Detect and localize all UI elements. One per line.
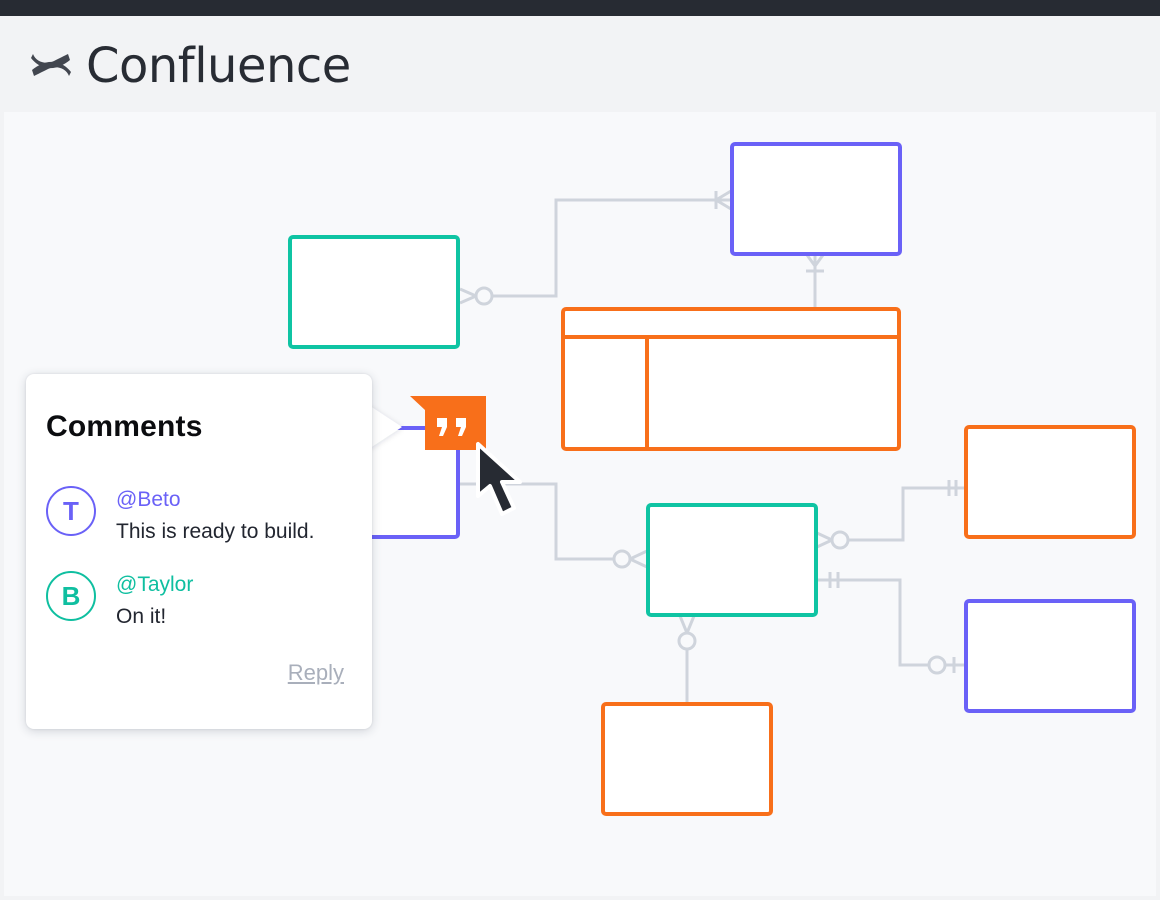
comment-text: This is ready to build. [116,520,315,543]
comment-author[interactable]: @Taylor [116,573,193,597]
entity-orange-right[interactable] [964,425,1136,539]
entity-teal-center[interactable] [646,503,818,617]
comment-item: T @Beto This is ready to build. [46,486,366,546]
comment-author[interactable]: @Beto [116,488,181,512]
comments-panel: Comments T @Beto This is ready to build.… [26,374,372,729]
reply-link[interactable]: Reply [288,660,344,686]
entity-purple-top[interactable] [730,142,902,256]
app-title: Confluence [86,38,351,94]
entity-orange-bottom[interactable] [601,702,773,816]
entity-orange-table[interactable] [561,307,901,451]
comments-title: Comments [46,410,203,443]
mouse-pointer-icon [476,442,522,516]
top-bar [0,0,1160,16]
avatar[interactable]: T [46,486,96,536]
confluence-logo-icon [31,54,71,76]
avatar[interactable]: B [46,571,96,621]
entity-teal-top[interactable] [288,235,460,349]
entity-purple-right[interactable] [964,599,1136,713]
comment-item: B @Taylor On it! [46,571,366,631]
comment-text: On it! [116,605,167,628]
